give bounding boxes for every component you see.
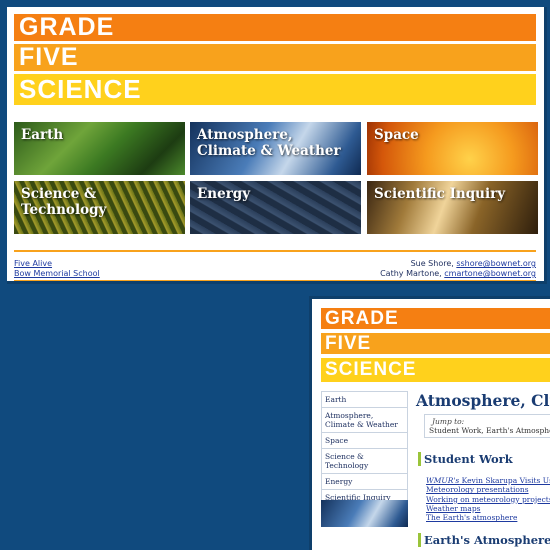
link-meteorology-presentations[interactable]: Meteorology presentations: [426, 485, 550, 494]
nav-item-space[interactable]: Space: [321, 433, 408, 449]
inner-banner-grade: GRADE: [321, 308, 550, 329]
tile-space-label: Space: [374, 127, 419, 143]
link-kevin-skarupa-em: WMUR's: [426, 476, 460, 485]
link-kevin-skarupa[interactable]: WMUR's Kevin Skarupa Visits Us: [426, 476, 550, 485]
contact1-name: Sue Shore,: [410, 259, 457, 268]
footer-left: Five Alive Bow Memorial School: [14, 259, 100, 279]
tile-science-technology-label: Science & Technology: [21, 186, 107, 218]
jump-to-label: Jump to:: [432, 417, 465, 426]
tile-energy-label: Energy: [197, 186, 251, 202]
nav-item-science-technology[interactable]: Science & Technology: [321, 449, 408, 474]
footer-divider-top: [14, 250, 536, 252]
nav-item-atmosphere[interactable]: Atmosphere, Climate & Weather: [321, 408, 408, 433]
side-nav: Earth Atmosphere, Climate & Weather Spac…: [321, 391, 408, 506]
contact2-name: Cathy Martone,: [380, 269, 445, 278]
contact1-email-link[interactable]: sshore@bownet.org: [456, 259, 536, 268]
tile-energy[interactable]: Energy: [190, 181, 361, 234]
link-earths-atmosphere[interactable]: The Earth's atmosphere: [426, 513, 550, 522]
footer-contacts: Sue Shore, sshore@bownet.org Cathy Marto…: [380, 259, 536, 279]
banner-five: FIVE: [14, 44, 536, 71]
tile-space[interactable]: Space: [367, 122, 538, 175]
student-work-links: WMUR's Kevin Skarupa Visits Us Meteorolo…: [426, 476, 550, 522]
tile-scientific-inquiry-label: Scientific Inquiry: [374, 186, 506, 202]
tile-earth-label: Earth: [21, 127, 64, 143]
tile-scientific-inquiry[interactable]: Scientific Inquiry: [367, 181, 538, 234]
nav-weather-image: [321, 500, 408, 527]
link-meteorology-projects[interactable]: Working on meteorology projects: [426, 495, 550, 504]
tile-atmosphere[interactable]: Atmosphere, Climate & Weather: [190, 122, 361, 175]
link-kevin-skarupa-text: Kevin Skarupa Visits Us: [459, 476, 550, 485]
contact2-email-link[interactable]: cmartone@bownet.org: [444, 269, 536, 278]
page-title: Atmosphere, Cli: [416, 391, 550, 410]
footer-divider-bottom: [14, 280, 536, 281]
atmosphere-page-screenshot: GRADE FIVE SCIENCE Earth Atmosphere, Cli…: [309, 296, 550, 550]
five-alive-link[interactable]: Five Alive: [14, 259, 52, 268]
jump-to-box: Jump to: Student Work, Earth's Atmospher…: [424, 414, 550, 438]
link-weather-maps[interactable]: Weather maps: [426, 504, 550, 513]
banner-science: SCIENCE: [14, 74, 536, 105]
nav-item-energy[interactable]: Energy: [321, 474, 408, 490]
home-page-screenshot: GRADE FIVE SCIENCE Earth Atmosphere, Cli…: [7, 7, 547, 284]
tile-atmosphere-label: Atmosphere, Climate & Weather: [197, 127, 341, 159]
section-heading-student-work: Student Work: [418, 452, 513, 466]
bow-memorial-link[interactable]: Bow Memorial School: [14, 269, 100, 278]
tile-science-technology[interactable]: Science & Technology: [14, 181, 185, 234]
nav-item-earth[interactable]: Earth: [321, 391, 408, 408]
section-heading-earths-atmosphere: Earth's Atmosphere: [418, 533, 550, 547]
jump-to-links[interactable]: Student Work, Earth's Atmosphere: [429, 426, 550, 435]
tile-earth[interactable]: Earth: [14, 122, 185, 175]
banner-grade: GRADE: [14, 14, 536, 41]
inner-banner-science: SCIENCE: [321, 358, 550, 382]
inner-banner-five: FIVE: [321, 333, 550, 354]
